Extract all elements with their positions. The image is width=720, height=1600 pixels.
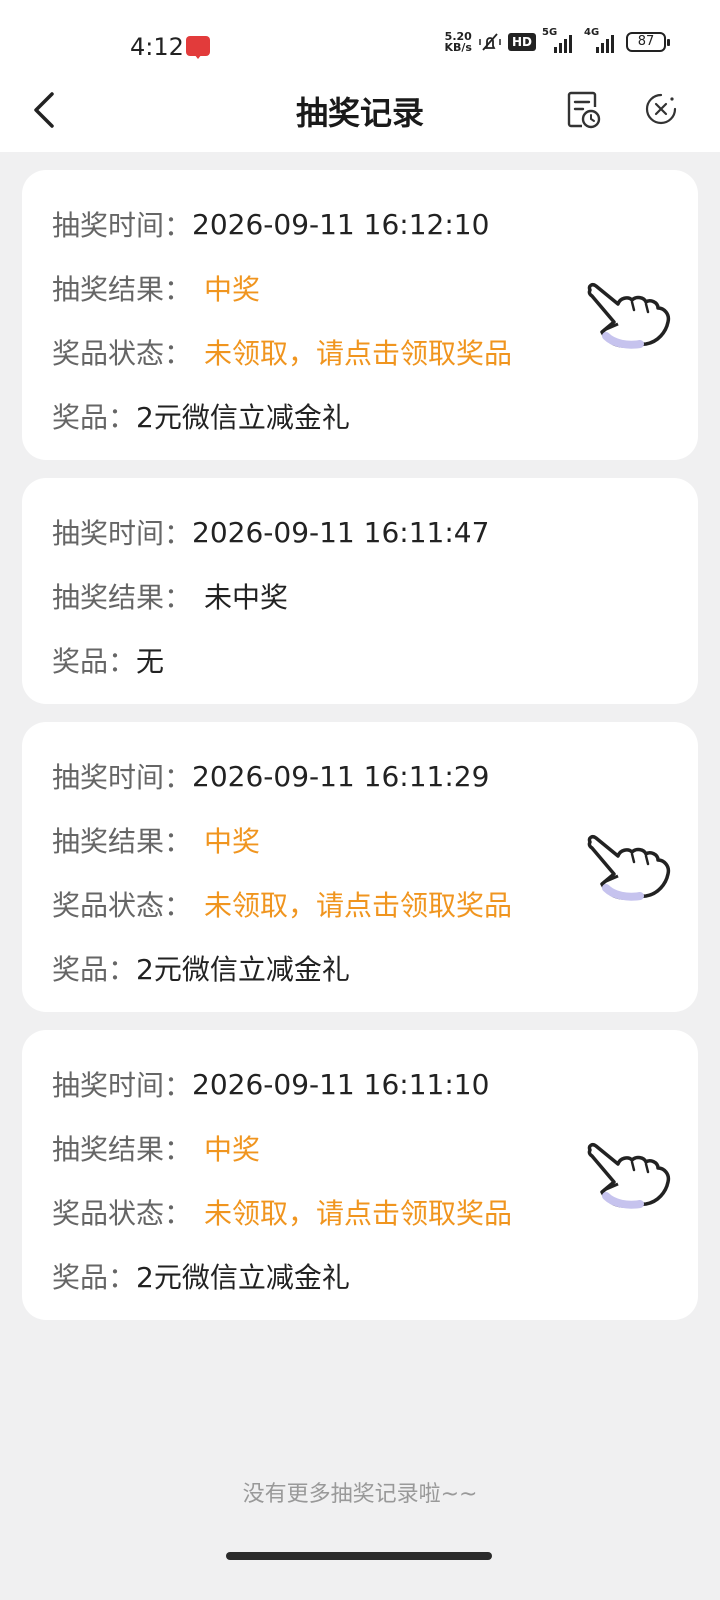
no-more-records-note: 没有更多抽奖记录啦~~ <box>242 1482 478 1507</box>
claim-prize-link[interactable]: 未领取，请点击领取奖品 <box>204 1192 512 1232</box>
record-prize-value: 2元微信立减金礼 <box>136 953 350 986</box>
nav-bar: 抽奖记录 <box>0 72 720 152</box>
record-status-label: 奖品状态： <box>52 889 193 922</box>
vibrate-mute-icon <box>479 33 501 51</box>
record-result-value: 中奖 <box>204 273 261 306</box>
record-prize-value: 无 <box>136 645 165 678</box>
status-indicators: 5.20 KB/s HD 5G 4G 87 <box>445 27 670 54</box>
record-prize-label: 奖品： <box>52 1261 137 1294</box>
record-result-value: 未中奖 <box>204 581 289 614</box>
record-result-label: 抽奖结果： <box>52 581 193 614</box>
claim-prize-link[interactable]: 未领取，请点击领取奖品 <box>204 332 512 372</box>
signal-5g-icon: 5G <box>542 27 578 53</box>
network-speed-unit: KB/s <box>444 41 472 54</box>
record-time-value: 2026-09-11 16:11:29 <box>192 759 490 793</box>
record-card[interactable]: 抽奖时间： 2026-09-11 16:11:10 抽奖结果： 中奖 奖品状态：… <box>22 1030 698 1320</box>
record-result-row: 抽奖结果： 未中奖 <box>52 564 668 628</box>
record-history-icon[interactable] <box>566 90 602 130</box>
signal-label-5g: 5G <box>542 27 558 38</box>
record-result-row: 抽奖结果： 中奖 <box>52 256 668 320</box>
record-status-label: 奖品状态： <box>52 337 193 370</box>
record-card[interactable]: 抽奖时间： 2026-09-11 16:11:29 抽奖结果： 中奖 奖品状态：… <box>22 722 698 1012</box>
hd-badge: HD <box>507 33 536 51</box>
record-time-label: 抽奖时间： <box>52 209 193 242</box>
status-time: 4:12 <box>130 33 184 61</box>
record-result-label: 抽奖结果： <box>52 1133 193 1166</box>
record-status-label: 奖品状态： <box>52 1197 193 1230</box>
record-prize-value: 2元微信立减金礼 <box>136 1261 350 1294</box>
record-time-label: 抽奖时间： <box>52 761 193 794</box>
page-title: 抽奖记录 <box>295 94 424 132</box>
pointing-hand-icon[interactable] <box>584 280 674 352</box>
record-prize-label: 奖品： <box>52 645 137 678</box>
record-prize-label: 奖品： <box>52 401 137 434</box>
record-prize-label: 奖品： <box>52 953 137 986</box>
record-result-label: 抽奖结果： <box>52 273 193 306</box>
record-prize-value: 2元微信立减金礼 <box>136 401 350 434</box>
record-time-value: 2026-09-11 16:11:47 <box>192 515 490 549</box>
record-status-row: 奖品状态： 未领取，请点击领取奖品 <box>52 320 668 384</box>
record-time-label: 抽奖时间： <box>52 1069 193 1102</box>
record-list: 抽奖时间： 2026-09-11 16:12:10 抽奖结果： 中奖 奖品状态：… <box>22 170 698 1338</box>
record-prize-row: 奖品： 2元微信立减金礼 <box>52 1244 668 1308</box>
record-card[interactable]: 抽奖时间： 2026-09-11 16:12:10 抽奖结果： 中奖 奖品状态：… <box>22 170 698 460</box>
record-time-row: 抽奖时间： 2026-09-11 16:12:10 <box>52 192 668 256</box>
record-result-value: 中奖 <box>204 825 261 858</box>
record-time-row: 抽奖时间： 2026-09-11 16:11:47 <box>52 500 668 564</box>
pointing-hand-icon[interactable] <box>584 832 674 904</box>
battery-icon: 87 <box>626 32 670 52</box>
record-result-value: 中奖 <box>204 1133 261 1166</box>
record-time-row: 抽奖时间： 2026-09-11 16:11:29 <box>52 744 668 808</box>
record-status-row: 奖品状态： 未领取，请点击领取奖品 <box>52 872 668 936</box>
record-prize-row: 奖品： 2元微信立减金礼 <box>52 936 668 1000</box>
signal-label-4g: 4G <box>584 27 600 38</box>
record-result-row: 抽奖结果： 中奖 <box>52 808 668 872</box>
record-prize-row: 奖品： 2元微信立减金礼 <box>52 384 668 448</box>
record-time-label: 抽奖时间： <box>52 517 193 550</box>
record-time-value: 2026-09-11 16:11:10 <box>192 1067 490 1101</box>
network-speed: 5.20 KB/s <box>445 31 472 53</box>
record-card[interactable]: 抽奖时间： 2026-09-11 16:11:47 抽奖结果： 未中奖 奖品： … <box>22 478 698 704</box>
record-time-value: 2026-09-11 16:12:10 <box>192 207 490 241</box>
record-result-row: 抽奖结果： 中奖 <box>52 1116 668 1180</box>
claim-prize-link[interactable]: 未领取，请点击领取奖品 <box>204 884 512 924</box>
close-circle-icon[interactable] <box>644 92 678 126</box>
signal-4g-icon: 4G <box>584 27 620 53</box>
record-prize-row: 奖品： 无 <box>52 628 668 692</box>
record-status-row: 奖品状态： 未领取，请点击领取奖品 <box>52 1180 668 1244</box>
app-notification-icon <box>186 36 210 59</box>
pointing-hand-icon[interactable] <box>584 1140 674 1212</box>
home-indicator[interactable] <box>226 1552 492 1560</box>
record-time-row: 抽奖时间： 2026-09-11 16:11:10 <box>52 1052 668 1116</box>
record-result-label: 抽奖结果： <box>52 825 193 858</box>
